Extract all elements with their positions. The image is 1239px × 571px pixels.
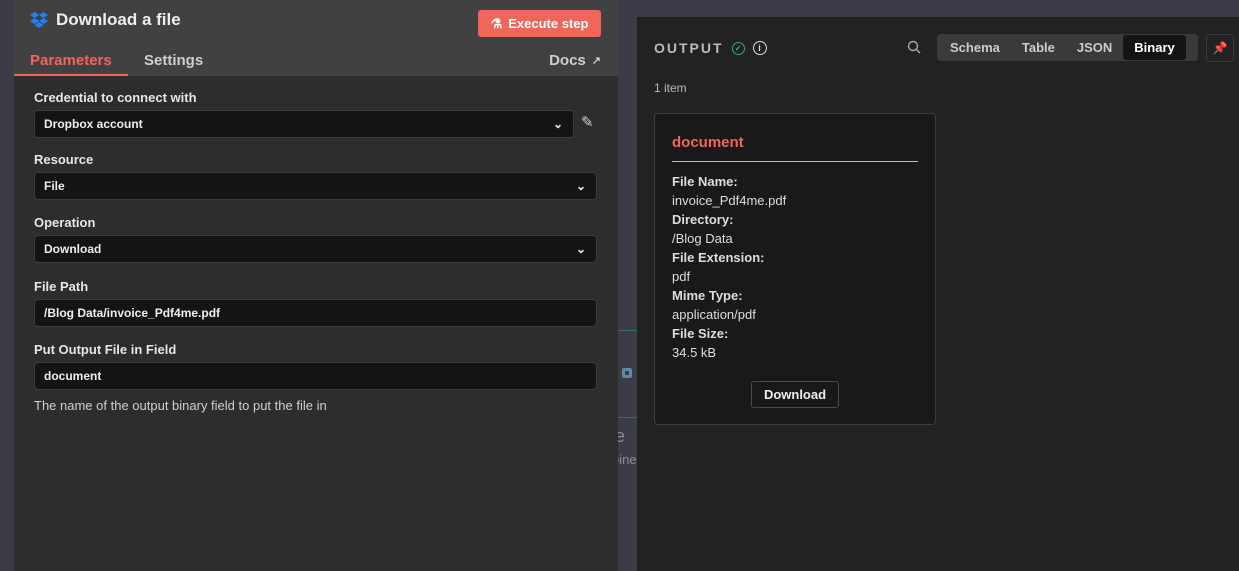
metadata-key: File Size: [672, 326, 729, 341]
file-path-value: /Blog Data/invoice_Pdf4me.pdf [44, 306, 221, 320]
credential-select[interactable]: Dropbox account ⌄ [34, 110, 574, 138]
canvas-connection [618, 417, 637, 418]
resource-value: File [44, 179, 65, 193]
flask-icon: ⚗ [490, 15, 503, 31]
resource-field: Resource File ⌄ [34, 152, 597, 200]
view-binary[interactable]: Binary [1123, 35, 1186, 60]
edit-credential-pencil-icon[interactable]: ✎ [581, 113, 594, 131]
view-switcher: Schema Table JSON Binary [937, 34, 1198, 61]
output-field-hint: The name of the output binary field to p… [34, 398, 327, 413]
output-panel: OUTPUT ✓ i Schema Table JSON Binary 📌 1 … [637, 17, 1239, 571]
docs-label: Docs [549, 52, 586, 69]
operation-select[interactable]: Download ⌄ [34, 235, 597, 263]
metadata-value: application/pdf [672, 307, 756, 322]
output-title: OUTPUT [654, 40, 724, 56]
output-field-input[interactable]: document [34, 362, 597, 390]
search-icon[interactable] [907, 40, 921, 59]
binary-card: document File Name: invoice_Pdf4me.pdf Dir… [654, 113, 936, 425]
credential-value: Dropbox account [44, 117, 143, 131]
operation-label: Operation [34, 215, 96, 230]
resource-select[interactable]: File ⌄ [34, 172, 597, 200]
metadata-value: 34.5 kB [672, 345, 717, 360]
node-title-text: Download a file [56, 10, 181, 29]
view-json[interactable]: JSON [1066, 35, 1123, 60]
active-tab-indicator [14, 74, 128, 76]
node-title: Download a file [30, 10, 181, 30]
external-link-icon: ↗ [591, 55, 601, 67]
execute-step-button[interactable]: ⚗ Execute step [478, 10, 601, 37]
execute-step-label: Execute step [508, 16, 589, 31]
chevron-down-icon: ⌄ [575, 179, 586, 193]
file-path-label: File Path [34, 279, 89, 294]
binary-field-name: document [672, 134, 918, 162]
metadata-value: invoice_Pdf4me.pdf [672, 193, 787, 208]
docs-link[interactable]: Docs ↗ [549, 52, 601, 69]
canvas-connection [618, 330, 637, 331]
chevron-down-icon: ⌄ [575, 242, 586, 256]
tab-settings[interactable]: Settings [144, 52, 203, 69]
metadata-key: Directory: [672, 212, 734, 227]
info-icon[interactable]: i [752, 41, 767, 55]
dropbox-icon [30, 12, 48, 28]
chevron-down-icon: ⌄ [552, 117, 563, 131]
file-path-field: File Path /Blog Data/invoice_Pdf4me.pdf [34, 279, 597, 327]
view-schema[interactable]: Schema [939, 35, 1011, 60]
binary-metadata: File Name: invoice_Pdf4me.pdf Directory: /B… [672, 172, 918, 362]
view-table[interactable]: Table [1011, 35, 1066, 60]
pin-icon[interactable]: 📌 [1206, 34, 1234, 62]
operation-value: Download [44, 242, 102, 256]
metadata-value: /Blog Data [672, 231, 733, 246]
metadata-value: pdf [672, 269, 691, 284]
output-field-field: Put Output File in Field document The na… [34, 342, 597, 413]
item-count: 1 item [654, 81, 687, 95]
metadata-key: File Extension: [672, 250, 765, 265]
download-button[interactable]: Download [751, 381, 839, 408]
credential-label: Credential to connect with [34, 90, 197, 105]
output-header: OUTPUT ✓ i [654, 40, 767, 56]
output-field-label: Put Output File in Field [34, 342, 177, 357]
output-field-value: document [44, 369, 102, 383]
operation-field: Operation Download ⌄ [34, 215, 597, 263]
credential-field: Credential to connect with Dropbox accou… [34, 90, 574, 138]
panel-header: Download a file ⚗ Execute step Parameters… [14, 0, 618, 76]
metadata-key: Mime Type: [672, 288, 743, 303]
canvas-connector-handle[interactable] [622, 368, 632, 378]
file-path-input[interactable]: /Blog Data/invoice_Pdf4me.pdf [34, 299, 597, 327]
success-check-icon: ✓ [731, 41, 745, 55]
tab-parameters[interactable]: Parameters [30, 52, 112, 69]
node-parameters-panel: Download a file ⚗ Execute step Parameters… [14, 0, 618, 571]
resource-label: Resource [34, 152, 94, 167]
metadata-key: File Name: [672, 174, 738, 189]
